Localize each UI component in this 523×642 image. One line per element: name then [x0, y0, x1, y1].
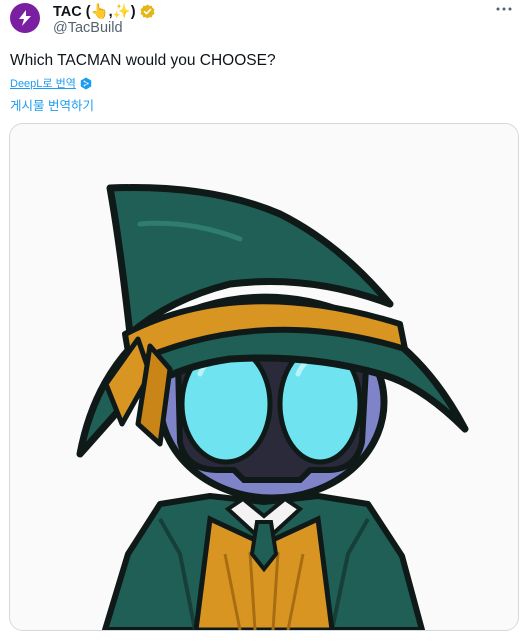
translate-post-link[interactable]: 게시물 번역하기 [10, 95, 94, 114]
more-options-icon[interactable] [494, 1, 514, 17]
tacman-wizard-character [10, 124, 518, 630]
deepl-icon [80, 77, 92, 89]
tac-logo-icon [19, 10, 31, 26]
deepl-translate-row: DeepL로 번역 [10, 75, 92, 91]
verified-badge-icon [140, 3, 155, 19]
author-name-row: TAC (👆,✨) [53, 2, 155, 20]
author-display-name[interactable]: TAC (👆,✨) [53, 3, 136, 20]
tweet-text: Which TACMAN would you CHOOSE? [10, 52, 276, 69]
author-avatar[interactable] [10, 3, 40, 33]
tweet-media-image[interactable] [9, 123, 519, 631]
author-handle[interactable]: @TacBuild [53, 20, 123, 36]
deepl-translate-link[interactable]: DeepL로 번역 [10, 75, 76, 91]
